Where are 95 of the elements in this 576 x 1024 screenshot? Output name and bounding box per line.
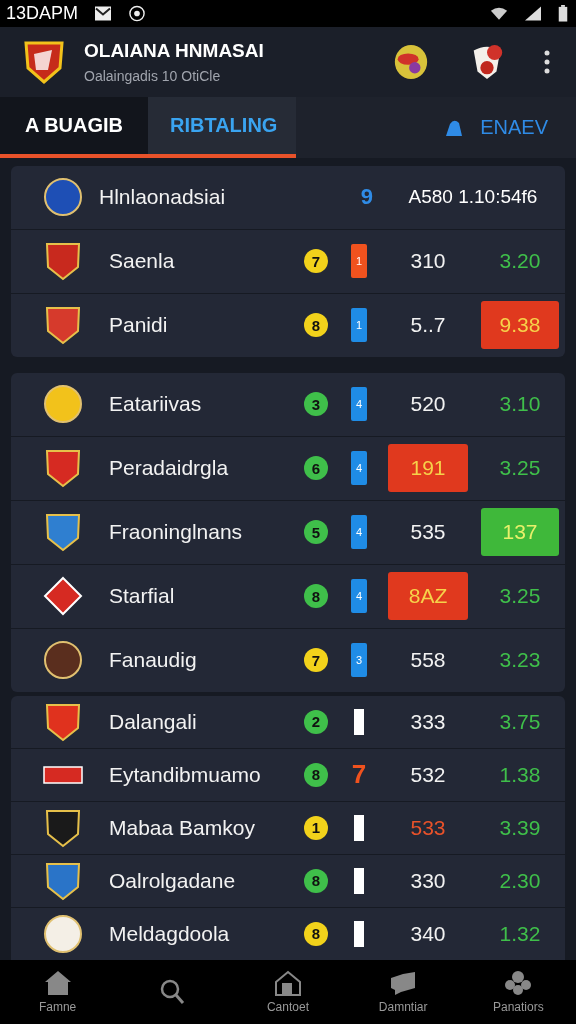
- team-row[interactable]: Dalangali 2 333 3.75: [11, 695, 565, 749]
- ball-badge-icon[interactable]: [392, 43, 430, 82]
- points-value: 191: [388, 444, 468, 493]
- position-badge: 2: [304, 709, 328, 734]
- nav-item[interactable]: Famne: [7, 968, 108, 1015]
- points-value: 340: [410, 920, 446, 947]
- house-icon: [272, 969, 303, 996]
- team-name: Saenla: [109, 249, 176, 274]
- team-row[interactable]: Panidi 8 1 5..7 9.38: [11, 293, 565, 357]
- app-title: OLAIANA HNMASAI: [84, 40, 265, 63]
- team-name: Peradaidrgla: [109, 456, 230, 481]
- position-badge: 1: [304, 815, 328, 840]
- paw-icon: [503, 969, 534, 996]
- app-subtitle: Oalaingadis 10 OtiCle: [84, 68, 222, 85]
- score-value: 1.38: [499, 761, 541, 788]
- team-row[interactable]: Peradaidrgla 6 4 191 3.25: [11, 436, 565, 501]
- form-tag: 1: [351, 308, 367, 343]
- signal-icon: [524, 5, 542, 23]
- position-badge: 8: [304, 584, 328, 609]
- score-value: 3.25: [499, 455, 541, 482]
- shield-logo-icon: [24, 40, 64, 85]
- score-value: 3.20: [499, 248, 541, 275]
- action-button[interactable]: ENAEV: [434, 97, 576, 158]
- form-tag: 4: [351, 579, 367, 614]
- points-value: 5..7: [410, 312, 446, 339]
- position-badge: 6: [304, 456, 328, 481]
- team-row[interactable]: Oalrolgadane 8 330 2.30: [11, 854, 565, 908]
- team-name: Oalrolgadane: [109, 868, 237, 893]
- form-tag: 4: [351, 387, 367, 422]
- team-name: Meldagdoola: [109, 921, 231, 946]
- points-value: 558: [410, 647, 446, 674]
- battery-icon: [558, 5, 568, 23]
- points-value: 533: [410, 814, 446, 841]
- team-row[interactable]: Eatariivas 3 4 520 3.10: [11, 372, 565, 437]
- points-value: 310: [410, 248, 446, 275]
- points-value: 532: [410, 761, 446, 788]
- team-row[interactable]: Fraoninglnans 5 4 535 137: [11, 500, 565, 565]
- match-info: A580 1.10:54f6: [408, 186, 538, 209]
- position-badge: 7: [304, 249, 328, 274]
- team-name: Panidi: [109, 313, 169, 338]
- team-row[interactable]: Hlnlaonadsiai 9 A580 1.10:54f6: [11, 165, 565, 230]
- nav-item[interactable]: Cantoet: [237, 968, 338, 1015]
- score-value: 9.38: [481, 301, 559, 350]
- position-badge: 7: [304, 648, 328, 673]
- form-tag: 1: [351, 244, 367, 279]
- nav-item[interactable]: Panatiors: [468, 968, 569, 1015]
- points-value: 535: [410, 519, 446, 546]
- points-value: 330: [410, 867, 446, 894]
- points-value: 520: [410, 391, 446, 418]
- points-value: 8AZ: [388, 572, 468, 621]
- notification-icon: [128, 5, 147, 23]
- team-row[interactable]: Starfial 8 4 8AZ 3.25: [11, 564, 565, 629]
- status-time: 13DAPM: [6, 3, 79, 25]
- rank-number: 9: [360, 184, 373, 211]
- team-row[interactable]: Eytandibmuamo 8 7 532 1.38: [11, 748, 565, 802]
- score-value: 3.10: [499, 391, 541, 418]
- team-row[interactable]: Fanaudig 7 3 558 3.23: [11, 628, 565, 692]
- position-badge: 8: [304, 921, 328, 946]
- score-value: 2.30: [499, 867, 541, 894]
- team-row[interactable]: Mabaa Bamkoy 1 533 3.39: [11, 801, 565, 855]
- score-value: 1.32: [499, 920, 541, 947]
- position-badge: 8: [304, 762, 328, 787]
- form-tag: 3: [351, 643, 367, 678]
- score-value: 3.25: [499, 583, 541, 610]
- team-name: Dalangali: [109, 709, 198, 734]
- form-tag: 4: [351, 451, 367, 486]
- mail-icon: [94, 5, 113, 23]
- score-value: 3.23: [499, 647, 541, 674]
- form-bar-icon: [354, 814, 364, 841]
- tab[interactable]: RIBTALING: [148, 97, 296, 154]
- form-tag: 4: [351, 515, 367, 550]
- team-row[interactable]: Meldagdoola 8 340 1.32: [11, 907, 565, 960]
- team-name: Fraoninglnans: [109, 520, 244, 545]
- form-digit: 7: [351, 759, 367, 791]
- form-bar-icon: [354, 708, 364, 735]
- score-value: 137: [481, 508, 559, 557]
- team-name: Hlnlaonadsiai: [99, 185, 227, 210]
- points-value: 333: [410, 708, 446, 735]
- position-badge: 8: [304, 313, 328, 338]
- team-name: Starfial: [109, 584, 176, 609]
- team-row[interactable]: Saenla 7 1 310 3.20: [11, 229, 565, 294]
- position-badge: 5: [304, 520, 328, 545]
- team-name: Mabaa Bamkoy: [109, 815, 256, 840]
- score-value: 3.75: [499, 708, 541, 735]
- more-menu-icon[interactable]: [544, 50, 550, 75]
- form-bar-icon: [354, 867, 364, 894]
- team-name: Eatariivas: [109, 392, 203, 417]
- team-name: Eytandibmuamo: [109, 762, 262, 787]
- form-bar-icon: [354, 920, 364, 947]
- tab[interactable]: A BUAGIB: [0, 97, 148, 154]
- score-value: 3.39: [499, 814, 541, 841]
- position-badge: 3: [304, 392, 328, 417]
- nav-item[interactable]: Damntiar: [353, 968, 454, 1015]
- position-badge: 8: [304, 868, 328, 893]
- team-name: Fanaudig: [109, 648, 198, 673]
